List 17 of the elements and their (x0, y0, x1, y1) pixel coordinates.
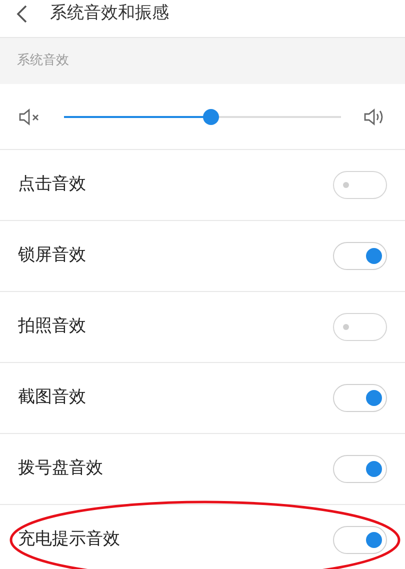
toggle-switch[interactable] (333, 526, 387, 554)
setting-label: 拍照音效 (18, 315, 86, 338)
toggle-switch[interactable] (333, 171, 387, 199)
toggle-switch[interactable] (333, 242, 387, 270)
section-label: 系统音效 (17, 52, 69, 70)
slider-thumb[interactable] (202, 108, 219, 124)
back-icon[interactable] (16, 5, 28, 23)
setting-label: 截图音效 (18, 386, 86, 410)
page-title: 系统音效和振感 (50, 2, 169, 25)
setting-label: 点击音效 (18, 173, 86, 196)
toggle-switch[interactable] (333, 455, 387, 483)
setting-label: 锁屏音效 (18, 244, 86, 268)
volume-slider[interactable] (64, 108, 341, 126)
setting-label: 拨号盘音效 (18, 457, 103, 480)
toggle-switch[interactable] (333, 384, 387, 412)
toggle-switch[interactable] (333, 313, 387, 341)
setting-label: 充电提示音效 (18, 528, 120, 552)
